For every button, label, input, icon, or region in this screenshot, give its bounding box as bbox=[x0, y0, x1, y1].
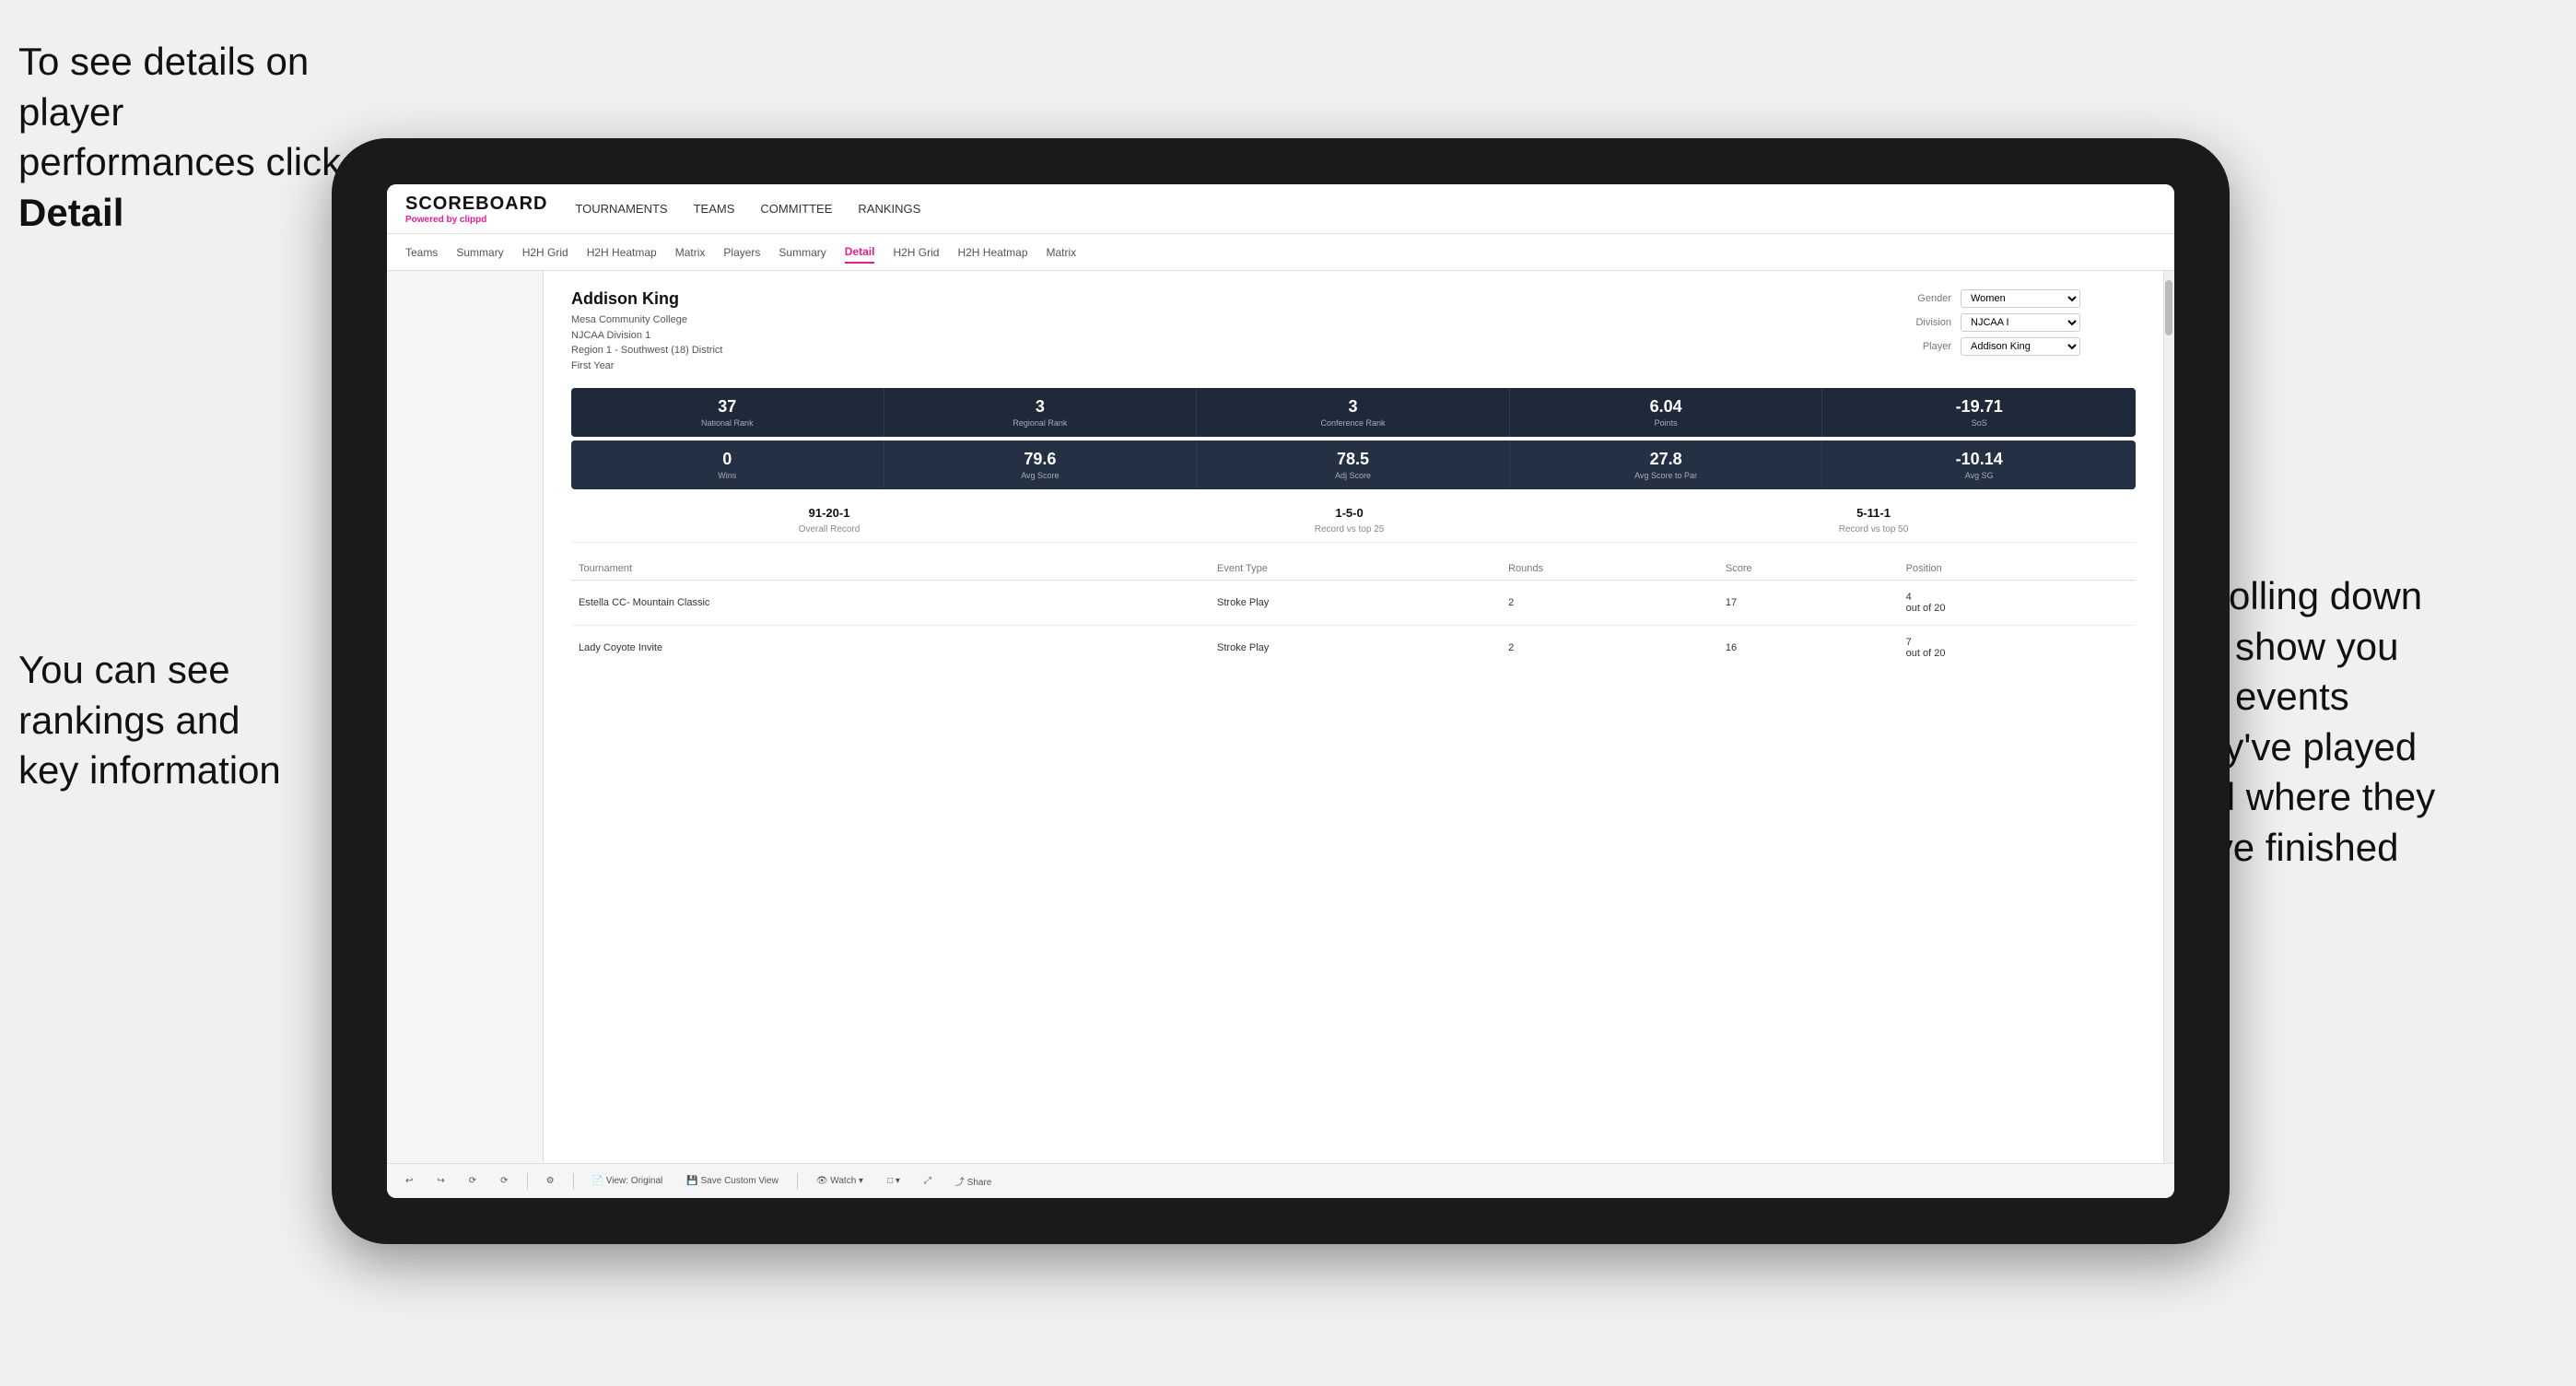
table-row: Estella CC- Mountain Classic Stroke Play… bbox=[571, 581, 2136, 626]
annotation-bottom-left: You can see rankings and key information bbox=[18, 645, 369, 796]
nav-teams[interactable]: TEAMS bbox=[694, 198, 735, 219]
tab-detail[interactable]: Detail bbox=[845, 241, 875, 264]
division-label: Division bbox=[1896, 317, 1951, 328]
stat-avg-sg: -10.14 Avg SG bbox=[1822, 440, 2136, 489]
player-division: NJCAA Division 1 bbox=[571, 328, 722, 344]
gender-select[interactable]: Women bbox=[1961, 289, 2080, 308]
left-sidebar bbox=[387, 271, 544, 1163]
division-select[interactable]: NJCAA I bbox=[1961, 313, 2080, 332]
record-overall: 91-20-1 Overall Record bbox=[799, 506, 861, 536]
toolbar-share[interactable]: ⤴ Share bbox=[950, 1171, 997, 1191]
logo-area: SCOREBOARD Powered by clippd bbox=[405, 194, 547, 225]
rounds-1: 2 bbox=[1501, 581, 1718, 626]
stat-avg-score: 79.6 Avg Score bbox=[884, 440, 1198, 489]
toolbar-sep2 bbox=[573, 1173, 574, 1190]
gender-label: Gender bbox=[1896, 293, 1951, 304]
stats-grid-row2: 0 Wins 79.6 Avg Score 78.5 Adj Score 27.… bbox=[571, 440, 2136, 489]
stat-national-rank: 37 National Rank bbox=[571, 388, 884, 437]
nav-tournaments[interactable]: TOURNAMENTS bbox=[575, 198, 667, 219]
player-year: First Year bbox=[571, 358, 722, 374]
logo-scoreboard: SCOREBOARD bbox=[405, 194, 547, 215]
tab-players[interactable]: Players bbox=[723, 242, 760, 263]
toolbar-refresh1[interactable]: ⟳ bbox=[463, 1173, 482, 1189]
player-label: Player bbox=[1896, 341, 1951, 352]
stat-avg-score-to-par: 27.8 Avg Score to Par bbox=[1510, 440, 1823, 489]
toolbar-redo[interactable]: ↪ bbox=[431, 1173, 450, 1189]
tournament-name-1: Estella CC- Mountain Classic bbox=[571, 581, 1210, 626]
tab-h2h-heatmap2[interactable]: H2H Heatmap bbox=[957, 242, 1027, 263]
event-type-1: Stroke Play bbox=[1210, 581, 1501, 626]
toolbar-sep3 bbox=[797, 1173, 798, 1190]
toolbar-undo[interactable]: ↩ bbox=[400, 1173, 418, 1189]
table-row: Lady Coyote Invite Stroke Play 2 16 7 ou… bbox=[571, 626, 2136, 671]
nav-committee[interactable]: COMMITTEE bbox=[760, 198, 832, 219]
scrollbar-thumb[interactable] bbox=[2165, 280, 2172, 335]
score-2: 16 bbox=[1718, 626, 1899, 671]
toolbar-view-original[interactable]: 📄 View: Original bbox=[587, 1173, 669, 1189]
stats-grid-row1: 37 National Rank 3 Regional Rank 3 Confe… bbox=[571, 388, 2136, 437]
division-row: Division NJCAA I bbox=[1896, 313, 2136, 332]
record-top25: 1-5-0 Record vs top 25 bbox=[1315, 506, 1385, 536]
gender-row: Gender Women bbox=[1896, 289, 2136, 308]
tablet-screen: SCOREBOARD Powered by clippd TOURNAMENTS… bbox=[387, 184, 2174, 1198]
toolbar-layout[interactable]: □ ▾ bbox=[882, 1173, 906, 1189]
records-row: 91-20-1 Overall Record 1-5-0 Record vs t… bbox=[571, 500, 2136, 543]
score-1: 17 bbox=[1718, 581, 1899, 626]
player-row: Player Addison King bbox=[1896, 337, 2136, 356]
stat-wins: 0 Wins bbox=[571, 440, 884, 489]
stat-sos: -19.71 SoS bbox=[1822, 388, 2136, 437]
tab-h2h-grid2[interactable]: H2H Grid bbox=[893, 242, 939, 263]
tournaments-table: Tournament Event Type Rounds Score Posit… bbox=[571, 558, 2136, 670]
toolbar-refresh2[interactable]: ⟳ bbox=[495, 1173, 513, 1189]
player-school: Mesa Community College bbox=[571, 312, 722, 328]
position-2: 7 out of 20 bbox=[1899, 626, 2136, 671]
tournament-name-2: Lady Coyote Invite bbox=[571, 626, 1210, 671]
stat-adj-score: 78.5 Adj Score bbox=[1197, 440, 1510, 489]
tab-matrix2[interactable]: Matrix bbox=[1047, 242, 1077, 263]
bottom-toolbar: ↩ ↪ ⟳ ⟳ ⚙ 📄 View: Original 💾 Save Custom… bbox=[387, 1163, 2174, 1198]
col-position: Position bbox=[1899, 558, 2136, 581]
tab-summary2[interactable]: Summary bbox=[779, 242, 825, 263]
tab-summary[interactable]: Summary bbox=[456, 242, 503, 263]
annotation-top-left: To see details on player performances cl… bbox=[18, 37, 369, 238]
sub-nav: Teams Summary H2H Grid H2H Heatmap Matri… bbox=[387, 234, 2174, 271]
col-rounds: Rounds bbox=[1501, 558, 1718, 581]
col-event-type: Event Type bbox=[1210, 558, 1501, 581]
player-name: Addison King bbox=[571, 289, 722, 309]
toolbar-watch[interactable]: 👁 Watch ▾ bbox=[811, 1173, 869, 1189]
content-area: Addison King Mesa Community College NJCA… bbox=[387, 271, 2174, 1163]
stat-regional-rank: 3 Regional Rank bbox=[884, 388, 1198, 437]
tab-matrix[interactable]: Matrix bbox=[675, 242, 706, 263]
player-info: Addison King Mesa Community College NJCA… bbox=[571, 289, 722, 373]
rounds-2: 2 bbox=[1501, 626, 1718, 671]
col-tournament: Tournament bbox=[571, 558, 1210, 581]
tab-teams[interactable]: Teams bbox=[405, 242, 438, 263]
nav-rankings[interactable]: RANKINGS bbox=[858, 198, 920, 219]
top-nav: SCOREBOARD Powered by clippd TOURNAMENTS… bbox=[387, 184, 2174, 234]
tab-h2h-heatmap[interactable]: H2H Heatmap bbox=[587, 242, 657, 263]
player-controls: Gender Women Division NJCAA I bbox=[1896, 289, 2136, 373]
col-score: Score bbox=[1718, 558, 1899, 581]
player-header: Addison King Mesa Community College NJCA… bbox=[571, 289, 2136, 373]
tab-h2h-grid[interactable]: H2H Grid bbox=[522, 242, 568, 263]
toolbar-save-custom[interactable]: 💾 Save Custom View bbox=[681, 1173, 784, 1189]
stat-conference-rank: 3 Conference Rank bbox=[1197, 388, 1510, 437]
toolbar-expand[interactable]: ⤢ bbox=[919, 1173, 937, 1189]
nav-items: TOURNAMENTS TEAMS COMMITTEE RANKINGS bbox=[575, 198, 920, 219]
toolbar-sep1 bbox=[527, 1173, 528, 1190]
event-type-2: Stroke Play bbox=[1210, 626, 1501, 671]
main-content: Addison King Mesa Community College NJCA… bbox=[544, 271, 2163, 1163]
player-select[interactable]: Addison King bbox=[1961, 337, 2080, 356]
record-top50: 5-11-1 Record vs top 50 bbox=[1839, 506, 1909, 536]
toolbar-settings[interactable]: ⚙ bbox=[541, 1173, 560, 1189]
logo-powered: Powered by clippd bbox=[405, 215, 547, 225]
tablet-frame: SCOREBOARD Powered by clippd TOURNAMENTS… bbox=[332, 138, 2230, 1244]
position-1: 4 out of 20 bbox=[1899, 581, 2136, 626]
stat-points: 6.04 Points bbox=[1510, 388, 1823, 437]
scrollbar[interactable] bbox=[2163, 271, 2174, 1163]
player-region: Region 1 - Southwest (18) District bbox=[571, 343, 722, 358]
